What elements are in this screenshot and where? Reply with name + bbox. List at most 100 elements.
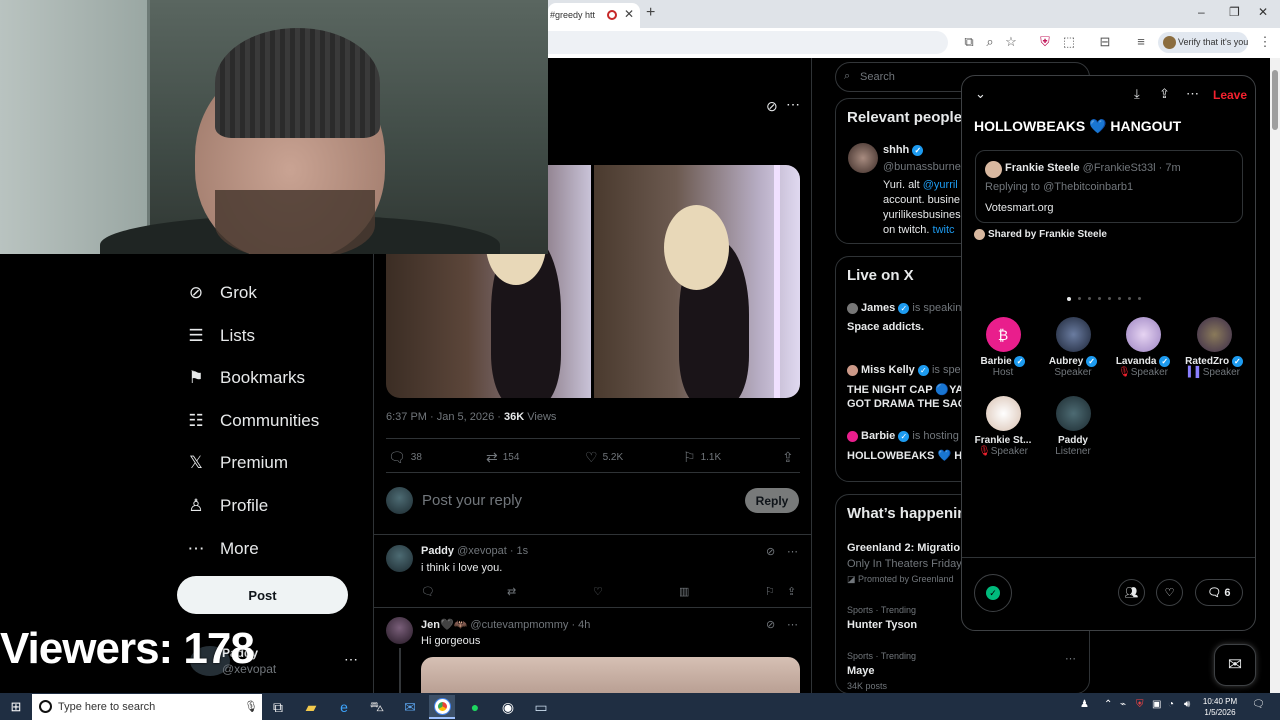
reply-author[interactable]: Jen🖤🦇 @cutevampmommy · 4h [421, 618, 590, 631]
account-more-icon[interactable]: ⋯ [344, 651, 358, 668]
bookmark-icon[interactable]: ⚐ [765, 585, 775, 598]
live-space-title[interactable]: HOLLOWBEAKS 💙 HA [847, 449, 970, 462]
live-host[interactable]: Miss Kelly ✓ is speak [847, 364, 972, 376]
tab-close-icon[interactable]: ✕ [624, 7, 634, 21]
speaker-frankie[interactable]: Frankie St... 🎙︎Speaker [970, 396, 1036, 457]
person-handle[interactable]: @bumassburne [883, 161, 961, 173]
taskbar-clock[interactable]: 10:40 PM 1/5/2026 [1200, 696, 1240, 718]
live-space-title[interactable]: THE NIGHT CAP 🔵YA [847, 383, 963, 396]
nav-item-grok[interactable]: ⊘ Grok [186, 278, 257, 308]
notification-icon[interactable]: 🗨︎ [1252, 699, 1265, 710]
reply-input[interactable]: Post your reply [422, 492, 522, 509]
trend-title[interactable]: Hunter Tyson [847, 619, 917, 631]
speaker-ratedzro[interactable]: RatedZro ✓ ▍▌Speaker [1181, 317, 1247, 378]
post-photo-2[interactable] [594, 165, 800, 398]
page-scrollbar[interactable] [1270, 58, 1280, 693]
nav-item-communities[interactable]: ☷ Communities [186, 406, 319, 436]
new-tab-button[interactable]: + [646, 4, 655, 22]
leave-button[interactable]: Leave [1213, 88, 1247, 102]
speaker-lavanda[interactable]: Lavanda ✓ 🎙︎Speaker [1110, 317, 1176, 378]
store-icon[interactable]: ⛍ [364, 695, 390, 719]
live-host[interactable]: Barbie ✓ is hosting [847, 430, 959, 442]
nav-item-bookmarks[interactable]: ⚑ Bookmarks [186, 363, 305, 393]
space-replies-button[interactable]: 🗨︎ 6 [1195, 579, 1243, 606]
post-more-icon[interactable]: ⋯ [786, 96, 800, 113]
reply-more-icon[interactable]: ⋯ [787, 618, 798, 631]
post-button[interactable]: Post [177, 576, 348, 614]
person-name[interactable]: shhh ✓ [883, 144, 924, 156]
repost-action[interactable]: ⇄ 154 [486, 449, 519, 466]
carousel-dots[interactable] [1067, 297, 1141, 301]
verify-identity-chip[interactable]: Verify that it's you [1158, 32, 1248, 53]
bio-link[interactable]: @yurril [923, 179, 958, 191]
reply-icon[interactable]: 🗨︎ [421, 585, 435, 598]
star-icon[interactable]: ☆ [1002, 34, 1020, 50]
trend-more-icon[interactable]: ⋯ [1065, 652, 1076, 665]
scrollbar-thumb[interactable] [1272, 70, 1278, 130]
shared-post[interactable]: Frankie Steele @FrankieSt33l · 7m Replyi… [975, 150, 1243, 223]
browser-menu-icon[interactable]: ⋮ [1256, 34, 1274, 50]
grok-icon[interactable]: ⊘ [766, 545, 775, 558]
mail-app-icon[interactable]: ✉ [397, 695, 423, 719]
volume-icon[interactable]: 🔊︎ [1184, 699, 1190, 710]
reply-media[interactable] [421, 657, 800, 697]
share-icon[interactable]: ⇪ [787, 585, 796, 598]
trend-title[interactable]: Maye [847, 665, 875, 677]
browser-tab[interactable]: #greedy htt ✕ [548, 3, 640, 28]
trend-title[interactable]: Greenland 2: Migratio [847, 542, 960, 554]
address-bar[interactable] [548, 31, 948, 54]
tray-people-icon[interactable]: ♟ [1080, 699, 1089, 710]
taskbar-search-input[interactable]: Type here to search 🎙︎ [32, 694, 262, 720]
spotify-icon[interactable]: ● [462, 695, 488, 719]
nav-item-more[interactable]: ⋯ More [186, 534, 259, 564]
person-avatar[interactable] [848, 143, 878, 173]
more-icon[interactable]: ⋯ [1186, 86, 1199, 102]
live-host[interactable]: James ✓ is speaking [847, 302, 967, 314]
reply-more-icon[interactable]: ⋯ [787, 545, 798, 558]
speaker-aubrey[interactable]: Aubrey ✓ Speaker [1040, 317, 1106, 378]
messages-button[interactable]: ✉ [1214, 644, 1256, 686]
tray-chevron-icon[interactable]: ⌃ [1104, 699, 1112, 710]
people-icon[interactable]: 👥︎ [1118, 579, 1145, 606]
speaker-barbie[interactable]: ₿ Barbie ✓ Host [970, 317, 1036, 378]
tab-search-icon[interactable]: ⊟ [1096, 34, 1114, 50]
repost-icon[interactable]: ⇄ [507, 585, 516, 598]
reply-author-avatar[interactable] [386, 617, 413, 644]
grok-analyze-icon[interactable]: ⊘ [766, 98, 778, 115]
react-icon[interactable]: ♡ [1156, 579, 1183, 606]
like-action[interactable]: ♡ 5.2K [585, 449, 623, 466]
speaker-paddy[interactable]: Paddy Listener [1040, 396, 1106, 457]
reply-author-avatar[interactable] [386, 545, 413, 572]
chrome-icon[interactable] [429, 695, 455, 719]
nav-item-profile[interactable]: ♙ Profile [186, 491, 268, 521]
microphone-icon[interactable]: 🎙︎ [244, 700, 258, 713]
extensions-icon[interactable]: ⬚ [1060, 34, 1078, 50]
app-window-icon[interactable]: ▭ [528, 695, 554, 719]
chevron-down-icon[interactable]: ⌄ [975, 86, 986, 102]
tray-security-icon[interactable]: ⛨ [1136, 699, 1144, 710]
window-minimize-button[interactable]: – [1198, 5, 1205, 19]
edge-icon[interactable]: e [331, 695, 357, 719]
heart-icon[interactable]: ♡ [593, 585, 603, 598]
share-action[interactable]: ⇪ [782, 449, 799, 466]
reply-action[interactable]: 🗨︎ 38 [388, 449, 422, 466]
windows-start-icon[interactable]: ⊞ [0, 693, 32, 720]
window-close-button[interactable]: ✕ [1258, 5, 1268, 19]
tray-app-icon[interactable]: ▣ [1152, 699, 1161, 710]
window-restore-button[interactable]: ❐ [1229, 5, 1240, 19]
obs-icon[interactable]: ◉ [495, 695, 521, 719]
minimize-space-icon[interactable]: ⤓ [1134, 86, 1140, 102]
zoom-icon[interactable]: ⌕ [981, 34, 999, 50]
bio-link[interactable]: twitc [933, 224, 955, 236]
task-view-icon[interactable]: ⧉ [265, 695, 291, 719]
cast-icon[interactable]: ⧉ [960, 34, 978, 50]
reading-list-icon[interactable]: ≡ [1132, 34, 1150, 49]
extension-shield-icon[interactable]: ⛨ [1036, 34, 1054, 50]
nav-item-lists[interactable]: ☰ Lists [186, 321, 255, 351]
live-space-title[interactable]: GOT DRAMA THE SAG [847, 398, 966, 410]
nav-item-premium[interactable]: 𝕏 Premium [186, 448, 288, 478]
analytics-icon[interactable]: ▥ [679, 585, 689, 598]
wifi-icon[interactable]: ◔ [1168, 699, 1174, 710]
file-explorer-icon[interactable]: ▰ [298, 695, 324, 719]
share-icon[interactable]: ⇪ [1159, 86, 1170, 102]
